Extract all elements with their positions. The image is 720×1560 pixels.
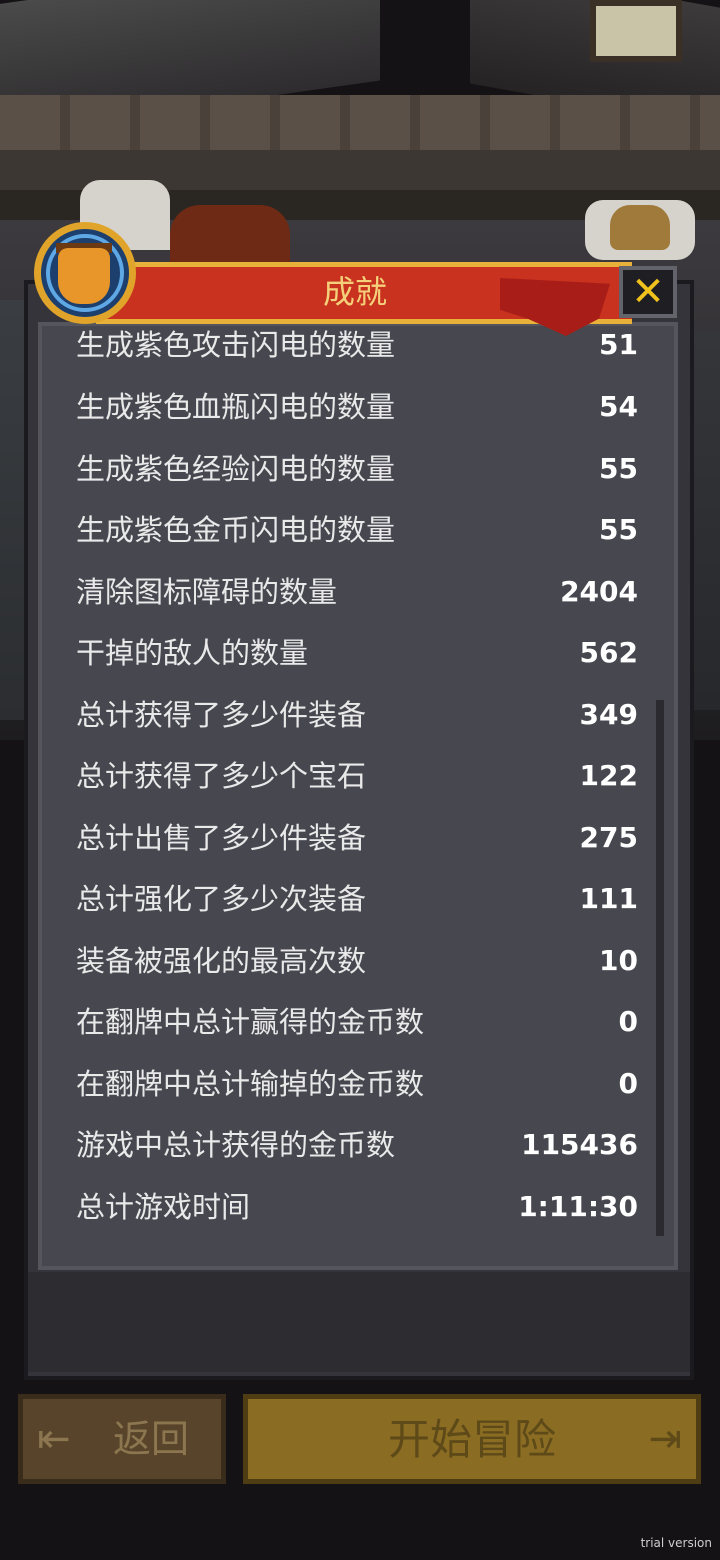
stat-label: 在翻牌中总计输掉的金币数 xyxy=(76,1066,425,1101)
jar-icon xyxy=(58,248,110,304)
stat-row: 在翻牌中总计输掉的金币数 0 xyxy=(76,1059,638,1109)
close-button[interactable]: ✕ xyxy=(619,266,677,318)
stat-value: 1:11:30 xyxy=(518,1189,638,1223)
stat-row: 干掉的敌人的数量 562 xyxy=(76,628,638,678)
back-label: 返回 xyxy=(113,1417,190,1461)
stat-label: 总计出售了多少件装备 xyxy=(76,820,367,855)
stat-value: 54 xyxy=(599,390,638,423)
stat-row: 清除图标障碍的数量 2404 xyxy=(76,567,638,617)
stat-value: 275 xyxy=(579,820,638,854)
coin-bag-icon xyxy=(610,205,670,250)
stat-row: 装备被强化的最高次数 10 xyxy=(76,936,638,986)
stat-label: 在翻牌中总计赢得的金币数 xyxy=(76,1005,425,1039)
stat-row: 总计强化了多少次装备 111 xyxy=(76,874,638,924)
scrollbar[interactable] xyxy=(656,700,664,1236)
stat-value: 562 xyxy=(579,636,638,669)
stat-row: 总计获得了多少件装备 349 xyxy=(76,690,638,740)
stat-row: 总计出售了多少件装备 275 xyxy=(76,813,638,863)
stat-value: 115436 xyxy=(521,1128,638,1161)
stat-label: 生成紫色血瓶闪电的数量 xyxy=(76,390,396,424)
stat-label: 生成紫色经验闪电的数量 xyxy=(76,451,396,486)
close-icon: ✕ xyxy=(631,269,665,315)
exit-left-icon: ⇤ xyxy=(37,1416,71,1462)
stat-label: 生成紫色金币闪电的数量 xyxy=(76,513,396,547)
start-adventure-button[interactable]: 开始冒险 ⇥ xyxy=(243,1394,701,1484)
stat-value: 111 xyxy=(579,882,638,915)
stat-row: 总计获得了多少个宝石 122 xyxy=(76,751,638,801)
exit-right-icon: ⇥ xyxy=(648,1416,682,1462)
stat-label: 总计游戏时间 xyxy=(76,1189,251,1224)
stats-panel[interactable]: 生成紫色攻击闪电的数量 51 生成紫色血瓶闪电的数量 54 生成紫色经验闪电的数量 5… xyxy=(38,322,678,1270)
stat-value: 0 xyxy=(618,1066,638,1100)
stat-value: 10 xyxy=(599,943,638,977)
back-button[interactable]: ⇤ 返回 xyxy=(18,1394,226,1484)
stat-label: 总计强化了多少次装备 xyxy=(76,882,367,916)
stat-value: 55 xyxy=(599,451,638,485)
trial-watermark: trial version xyxy=(640,1536,712,1550)
stat-label: 总计获得了多少个宝石 xyxy=(76,759,367,793)
stat-value: 55 xyxy=(599,513,638,546)
stat-value: 349 xyxy=(579,697,638,731)
building-window xyxy=(590,0,682,62)
npc-hooded xyxy=(170,205,290,265)
stat-label: 总计获得了多少件装备 xyxy=(76,697,367,732)
start-label: 开始冒险 xyxy=(387,1415,556,1464)
stat-row: 生成紫色血瓶闪电的数量 54 xyxy=(76,382,638,432)
stat-row: 在翻牌中总计赢得的金币数 0 xyxy=(76,997,638,1047)
stat-value: 0 xyxy=(618,1005,638,1038)
stat-row: 游戏中总计获得的金币数 115436 xyxy=(76,1120,638,1170)
stat-label: 生成紫色攻击闪电的数量 xyxy=(76,328,396,362)
dialog-title: 成就 xyxy=(322,273,387,311)
stat-label: 清除图标障碍的数量 xyxy=(76,574,338,609)
stat-value: 122 xyxy=(579,759,638,792)
stat-label: 游戏中总计获得的金币数 xyxy=(76,1128,396,1162)
stat-value: 51 xyxy=(599,328,638,361)
dialog-footer-area xyxy=(28,1272,690,1372)
stat-row: 生成紫色经验闪电的数量 55 xyxy=(76,444,638,494)
stat-value: 2404 xyxy=(560,574,638,608)
stat-label: 装备被强化的最高次数 xyxy=(76,943,367,978)
stat-row: 总计游戏时间 1:11:30 xyxy=(76,1182,638,1232)
stat-row: 生成紫色金币闪电的数量 55 xyxy=(76,505,638,555)
stat-label: 干掉的敌人的数量 xyxy=(76,636,309,670)
